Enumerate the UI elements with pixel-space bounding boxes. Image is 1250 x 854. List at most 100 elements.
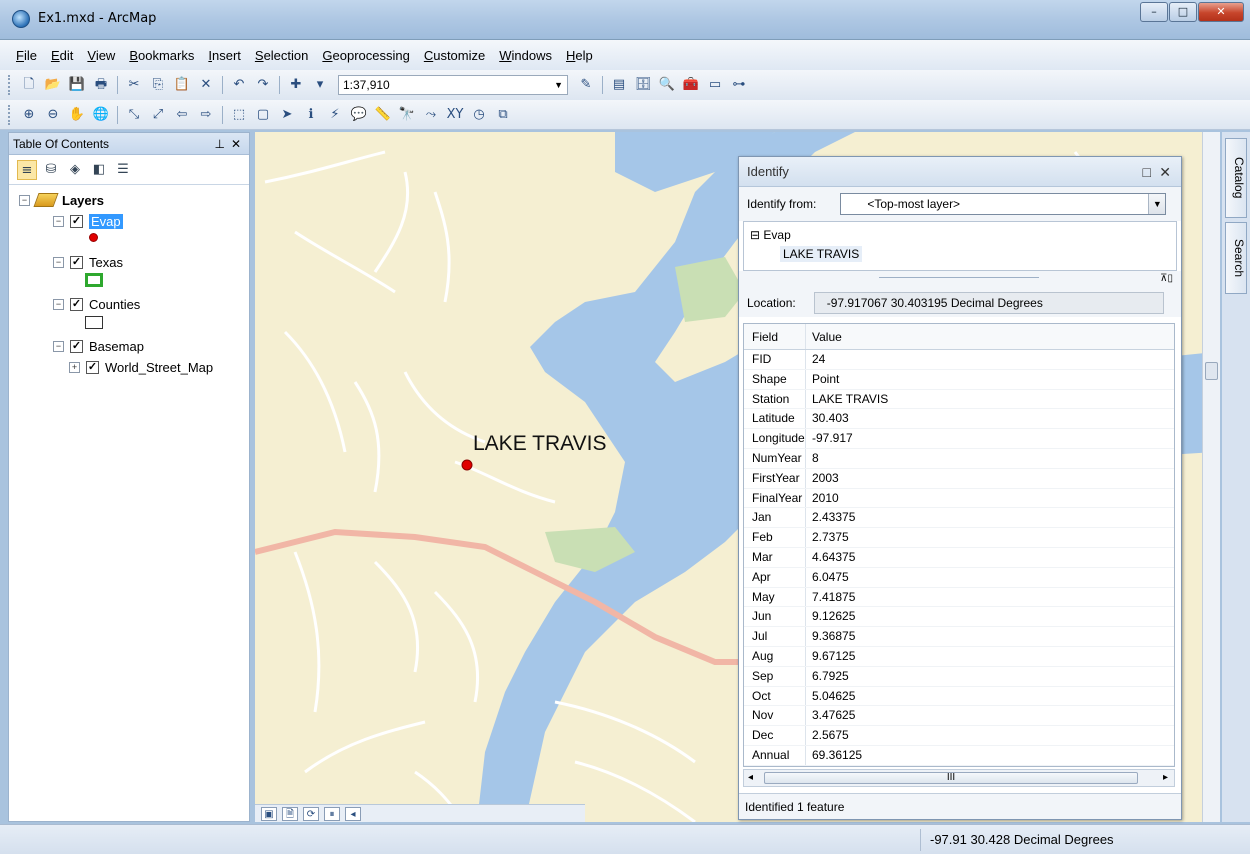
identify-icon[interactable]: ℹ: [301, 105, 321, 125]
identify-titlebar[interactable]: Identify □ ✕: [739, 157, 1181, 187]
collapse-icon[interactable]: ⊟: [750, 228, 760, 242]
map-scale-combobox[interactable]: 1:37,910 ▼: [338, 75, 568, 95]
table-row[interactable]: Jul 9.36875: [744, 627, 1174, 647]
fixed-zoom-in-icon[interactable]: ⤡: [124, 105, 144, 125]
html-popup-icon[interactable]: 💬: [349, 105, 369, 125]
data-view-icon[interactable]: ▣: [261, 806, 277, 821]
identify-tree-layer-node[interactable]: ⊟ Evap: [750, 228, 791, 242]
layer-visibility-checkbox[interactable]: ✓: [70, 339, 83, 353]
select-features-icon[interactable]: ⬚: [229, 105, 249, 125]
maximize-icon[interactable]: □: [1143, 157, 1151, 187]
find-route-icon[interactable]: ⤳: [421, 105, 441, 125]
table-row[interactable]: FirstYear 2003: [744, 468, 1174, 489]
table-row[interactable]: Mar 4.64375: [744, 547, 1174, 568]
toolbar-grip[interactable]: [8, 104, 11, 125]
hyperlink-icon[interactable]: ⚡: [325, 105, 345, 125]
scroll-right-arrow-icon[interactable]: ▸: [1163, 772, 1168, 783]
toc-layer-world-street-map[interactable]: + ✓ World_Street_Map: [69, 358, 213, 376]
table-row[interactable]: Latitude 30.403: [744, 409, 1174, 430]
copy-icon[interactable]: ⎘: [148, 75, 168, 95]
new-document-icon[interactable]: 🗋: [19, 75, 39, 95]
table-row[interactable]: Aug 9.67125: [744, 646, 1174, 667]
collapse-icon[interactable]: −: [53, 340, 64, 352]
toc-layer-texas[interactable]: − ✓ Texas: [53, 253, 123, 271]
column-header-field[interactable]: Field: [744, 324, 806, 349]
close-icon[interactable]: ✕: [1159, 157, 1171, 187]
list-by-source-icon[interactable]: ⛁: [41, 160, 61, 180]
zoom-in-icon[interactable]: ⊕: [19, 105, 39, 125]
table-row[interactable]: Apr 6.0475: [744, 567, 1174, 588]
forward-arrow-icon[interactable]: ⇨: [196, 105, 216, 125]
back-arrow-icon[interactable]: ⇦: [172, 105, 192, 125]
viewer-window-icon[interactable]: ⧉: [493, 105, 513, 125]
cut-icon[interactable]: ✂: [124, 75, 144, 95]
table-row[interactable]: FID 24: [744, 350, 1174, 370]
toc-layer-evap[interactable]: − ✓ Evap: [53, 212, 123, 230]
panel-toggle-icons[interactable]: ⊼▯: [1160, 273, 1173, 284]
modelbuilder-icon[interactable]: ⊶: [729, 75, 749, 95]
scrollbar-thumb[interactable]: [1205, 362, 1218, 380]
add-data-icon[interactable]: ✚: [286, 75, 306, 95]
chevron-down-icon[interactable]: ▼: [554, 76, 563, 94]
search-window-icon[interactable]: 🔍: [657, 75, 677, 95]
table-row[interactable]: Longitude -97.917: [744, 429, 1174, 449]
collapse-icon[interactable]: −: [53, 215, 64, 227]
identify-splitter[interactable]: ⊼▯: [739, 271, 1181, 289]
menu-edit[interactable]: Edit: [51, 48, 73, 63]
layer-label[interactable]: World_Street_Map: [105, 360, 213, 375]
editor-toolbar-icon[interactable]: ✎: [576, 75, 596, 95]
select-elements-arrow-icon[interactable]: ➤: [277, 105, 297, 125]
measure-icon[interactable]: 📏: [373, 105, 393, 125]
clear-selection-icon[interactable]: ▢: [253, 105, 273, 125]
list-by-drawing-order-icon[interactable]: ≡: [17, 159, 37, 180]
column-header-value[interactable]: Value: [806, 324, 842, 349]
pin-icon[interactable]: ⊥: [215, 133, 225, 155]
collapse-icon[interactable]: −: [19, 194, 30, 206]
list-by-visibility-icon[interactable]: ◈: [65, 160, 85, 180]
catalog-tab[interactable]: Catalog: [1225, 138, 1247, 218]
table-row[interactable]: Feb 2.7375: [744, 528, 1174, 548]
menu-file[interactable]: File: [16, 48, 37, 63]
minimize-button[interactable]: –: [1140, 2, 1168, 22]
collapse-icon[interactable]: −: [53, 298, 64, 310]
table-window-icon[interactable]: ▤: [609, 75, 629, 95]
paste-icon[interactable]: 📋: [172, 75, 192, 95]
menu-view[interactable]: View: [87, 48, 115, 63]
catalog-window-icon[interactable]: 🗄: [633, 75, 653, 95]
identify-tree-feature-node[interactable]: LAKE TRAVIS: [780, 246, 863, 262]
scroll-left-arrow-icon[interactable]: ◂: [748, 772, 753, 783]
table-row[interactable]: Jun 9.12625: [744, 607, 1174, 628]
expand-icon[interactable]: +: [69, 361, 80, 373]
scrollbar-thumb[interactable]: III: [764, 772, 1138, 784]
zoom-out-icon[interactable]: ⊖: [43, 105, 63, 125]
delete-icon[interactable]: ✕: [196, 75, 216, 95]
python-window-icon[interactable]: ▭: [705, 75, 725, 95]
scroll-left-icon[interactable]: ◂: [345, 806, 361, 821]
maximize-button[interactable]: □: [1169, 2, 1197, 22]
search-tab[interactable]: Search: [1225, 222, 1247, 294]
arctoolbox-icon[interactable]: 🧰: [681, 75, 701, 95]
collapse-icon[interactable]: −: [53, 256, 64, 268]
table-row[interactable]: Nov 3.47625: [744, 706, 1174, 727]
go-to-xy-icon[interactable]: XY: [445, 105, 465, 125]
undo-icon[interactable]: ↶: [229, 75, 249, 95]
toc-root-layers[interactable]: − Layers: [19, 191, 104, 209]
pan-hand-icon[interactable]: ✋: [67, 105, 87, 125]
toc-layer-counties[interactable]: − ✓ Counties: [53, 295, 140, 313]
layer-visibility-checkbox[interactable]: ✓: [70, 297, 83, 311]
close-button[interactable]: ✕: [1198, 2, 1244, 22]
list-by-selection-icon[interactable]: ◧: [89, 160, 109, 180]
layer-visibility-checkbox[interactable]: ✓: [86, 360, 99, 374]
menu-windows[interactable]: Windows: [499, 48, 552, 63]
layer-label[interactable]: Counties: [89, 297, 140, 312]
menu-selection[interactable]: Selection: [255, 48, 308, 63]
table-row[interactable]: Annual 69.36125: [744, 745, 1174, 766]
layout-view-icon[interactable]: 🗎: [282, 806, 298, 821]
add-data-dropdown-icon[interactable]: ▾: [310, 75, 330, 95]
open-folder-icon[interactable]: 📂: [43, 75, 63, 95]
refresh-icon[interactable]: ⟳: [303, 806, 319, 821]
menu-customize[interactable]: Customize: [424, 48, 485, 63]
table-row[interactable]: Jan 2.43375: [744, 508, 1174, 529]
toc-layer-basemap[interactable]: − ✓ Basemap: [53, 337, 144, 355]
layer-visibility-checkbox[interactable]: ✓: [70, 214, 83, 228]
